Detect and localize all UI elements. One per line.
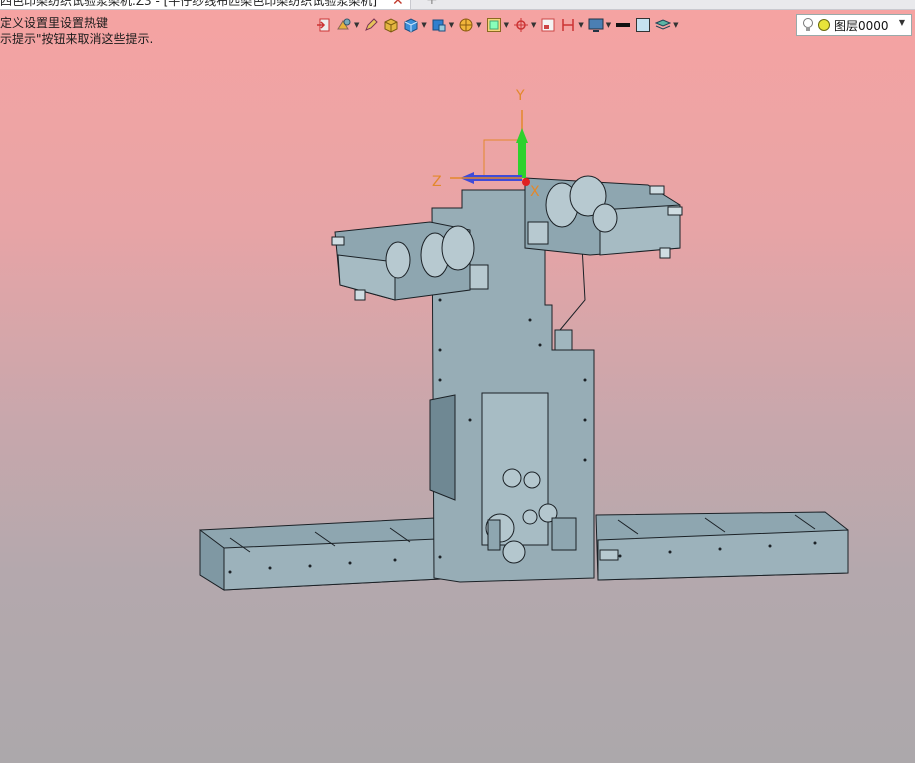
chevron-down-icon: ▼ <box>673 21 679 29</box>
tab-bar: 四色印染纺织试验浆染机.Z3 - [牛仔纱线布匹染色印染纺织试验浆染机] ✕ + <box>0 0 915 10</box>
sphere-icon <box>459 18 473 32</box>
datum-button[interactable]: ▼ <box>513 15 536 35</box>
layer-name: 图层0000 <box>834 18 889 33</box>
fill-color-icon <box>636 18 651 32</box>
machine-model <box>199 175 849 591</box>
toolbar: ▼ ▼ ▼ ▼ ▼ ▼ ▼ ▼ ▼ <box>316 14 683 36</box>
box-button[interactable] <box>383 15 399 35</box>
shapes-button[interactable]: ▼ <box>336 15 359 35</box>
box-icon <box>384 18 398 33</box>
display-button[interactable]: ▼ <box>588 15 611 35</box>
cube-icon <box>404 18 418 33</box>
sheet-icon <box>541 18 555 32</box>
exit-button[interactable] <box>316 15 332 35</box>
tab-title: 四色印染纺织试验浆染机.Z3 - [牛仔纱线布匹染色印染纺织试验浆染机] <box>0 0 377 8</box>
sketch-button[interactable] <box>363 15 379 35</box>
layer-color-dot-icon <box>818 19 830 31</box>
frame-button[interactable]: ▼ <box>486 15 509 35</box>
chevron-down-icon: ▼ <box>578 21 584 29</box>
cube-button[interactable]: ▼ <box>403 15 427 35</box>
frame-icon <box>486 18 501 32</box>
fill-color-button[interactable] <box>635 15 651 35</box>
x-axis-label: X <box>530 184 540 200</box>
sheet-button[interactable] <box>540 15 556 35</box>
close-icon[interactable]: ✕ <box>392 0 404 8</box>
section-icon <box>562 19 575 31</box>
add-tab-icon[interactable]: + <box>426 0 438 7</box>
y-axis-label: Y <box>515 88 525 104</box>
layers-icon <box>655 19 672 30</box>
pencil-icon <box>365 18 379 31</box>
axis-triad: Y Z X <box>432 88 540 200</box>
render-button[interactable]: ▼ <box>458 15 482 35</box>
shapes-icon <box>337 18 351 30</box>
exit-icon <box>317 18 330 32</box>
z-axis-label: Z <box>432 174 442 190</box>
chevron-down-icon: ▼ <box>605 21 612 29</box>
chevron-down-icon: ▼ <box>476 21 482 29</box>
crosshair-icon <box>513 18 528 32</box>
layers-button[interactable]: ▼ <box>655 15 679 35</box>
bulb-icon[interactable] <box>801 17 815 33</box>
model-viewport[interactable]: Y Z X <box>0 60 915 763</box>
view-button[interactable]: ▼ <box>431 15 454 35</box>
display-icon <box>588 18 604 32</box>
line-style-button[interactable] <box>615 15 631 35</box>
hint-line-2: 示提示"按钮来取消这些提示. <box>0 32 154 46</box>
chevron-down-icon: ▼ <box>530 21 537 29</box>
layer-select[interactable]: 图层0000 ▼ <box>796 14 912 36</box>
chevron-down-icon: ▼ <box>503 21 509 29</box>
line-color-icon <box>616 23 631 27</box>
document-tab[interactable]: 四色印染纺织试验浆染机.Z3 - [牛仔纱线布匹染色印染纺织试验浆染机] <box>0 0 411 9</box>
chevron-down-icon: ▼ <box>354 21 360 29</box>
hint-line-1: 定义设置里设置热键 <box>0 16 109 30</box>
section-button[interactable]: ▼ <box>560 15 584 35</box>
chevron-down-icon: ▼ <box>448 21 455 29</box>
chevron-down-icon: ▼ <box>421 21 427 29</box>
chevron-down-icon[interactable]: ▼ <box>899 18 905 27</box>
cube-view-icon <box>432 19 446 32</box>
